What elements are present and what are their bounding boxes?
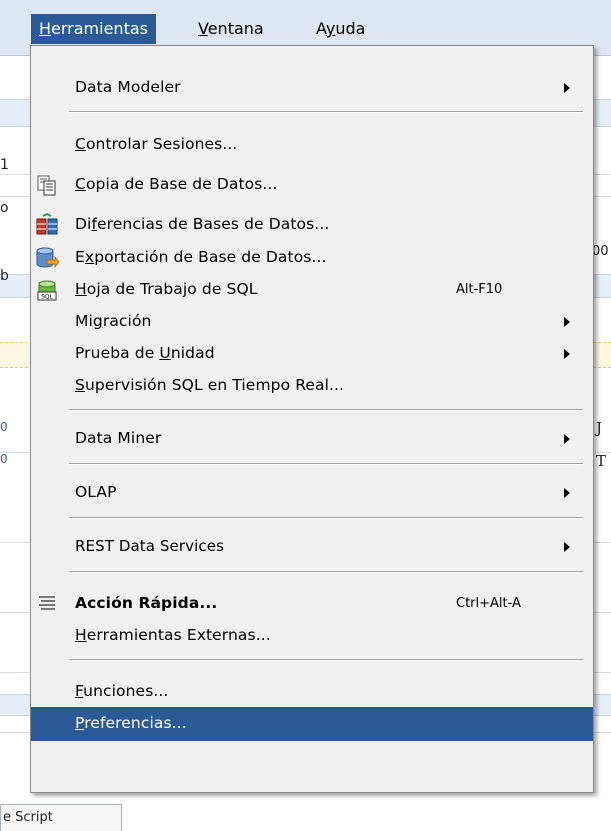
menu-item-accion-rapida[interactable]: Acción Rápida... Ctrl+Alt-A (31, 587, 593, 620)
menu-herramientas[interactable]: Herramientas (31, 14, 156, 44)
menu-item-supervision-sql[interactable]: Supervisión SQL en Tiempo Real... (31, 369, 593, 402)
menu-item-label: Data Miner (75, 429, 162, 447)
menu-item-label: Funciones... (75, 682, 169, 700)
menu-separator (69, 409, 583, 411)
menu-item-rest-data-services[interactable]: REST Data Services (31, 530, 593, 563)
menu-item-prueba-unidad[interactable]: Prueba de Unidad (31, 337, 593, 370)
submenu-arrow-icon (564, 83, 570, 93)
editor-text-fragment: 00 (592, 244, 609, 259)
database-export-icon (35, 246, 60, 270)
editor-text-fragment: b (0, 268, 9, 284)
submenu-arrow-icon (564, 488, 570, 498)
menu-item-label: Acción Rápida... (75, 594, 218, 612)
menu-item-funciones[interactable]: Funciones... (31, 675, 593, 708)
database-diff-icon (35, 212, 59, 237)
script-output-tab[interactable]: e Script (0, 804, 122, 831)
menu-separator (69, 571, 583, 573)
editor-text-fragment: 1 (0, 157, 9, 173)
sql-worksheet-icon: SQL (35, 278, 59, 302)
menu-item-label: Migración (75, 312, 152, 330)
menu-ventana[interactable]: Ventana (190, 14, 272, 44)
menu-item-label: Data Modeler (75, 78, 181, 96)
copy-database-icon (35, 173, 59, 197)
submenu-arrow-icon (564, 434, 570, 444)
menu-item-label: Herramientas Externas... (75, 626, 271, 644)
menu-item-preferencias[interactable]: Preferencias... (31, 707, 593, 741)
submenu-arrow-icon (564, 542, 570, 552)
editor-text-fragment: J (596, 419, 603, 437)
menu-item-label: OLAP (75, 483, 117, 501)
menu-item-migracion[interactable]: Migración (31, 305, 593, 338)
menu-item-herramientas-externas[interactable]: Herramientas Externas... (31, 619, 593, 652)
submenu-arrow-icon (564, 317, 570, 327)
svg-text:SQL: SQL (41, 294, 54, 301)
quick-action-icon (35, 592, 59, 616)
submenu-arrow-icon (564, 349, 570, 359)
editor-text-fragment: 0 (0, 420, 8, 434)
editor-text-fragment: o (0, 200, 9, 216)
menu-separator (69, 463, 583, 465)
herramientas-dropdown-menu: Data Modeler Controlar Sesiones... Copia… (30, 45, 594, 793)
menu-item-label: REST Data Services (75, 537, 224, 555)
menu-item-label: Controlar Sesiones... (75, 135, 238, 153)
menu-separator (69, 517, 583, 519)
menu-separator (69, 111, 583, 113)
menu-item-label: Prueba de Unidad (75, 344, 215, 362)
menu-item-label: Copia de Base de Datos... (75, 175, 278, 193)
menu-item-data-miner[interactable]: Data Miner (31, 422, 593, 455)
menu-item-shortcut: Ctrl+Alt-A (456, 596, 521, 611)
menu-item-data-modeler[interactable]: Data Modeler (31, 71, 593, 104)
menu-item-olap[interactable]: OLAP (31, 476, 593, 509)
menu-item-copia-base-datos[interactable]: Copia de Base de Datos... (31, 168, 593, 201)
menu-item-shortcut: Alt-F10 (456, 282, 503, 297)
menu-item-label: Exportación de Base de Datos... (75, 248, 327, 266)
menu-item-label: Preferencias... (75, 714, 187, 732)
menu-separator (69, 659, 583, 661)
menu-item-controlar-sesiones[interactable]: Controlar Sesiones... (31, 128, 593, 161)
menu-item-hoja-trabajo-sql[interactable]: SQL Hoja de Trabajo de SQL Alt-F10 (31, 273, 593, 306)
menu-item-diferencias-bases-datos[interactable]: Diferencias de Bases de Datos... (31, 208, 593, 241)
menu-item-exportacion-base-datos[interactable]: Exportación de Base de Datos... (31, 241, 593, 274)
editor-text-fragment: T (596, 452, 607, 470)
menu-item-label: Hoja de Trabajo de SQL (75, 280, 258, 298)
menu-item-label: Diferencias de Bases de Datos... (75, 215, 330, 233)
menu-ayuda[interactable]: Ayuda (308, 14, 373, 44)
menu-item-label: Supervisión SQL en Tiempo Real... (75, 376, 345, 394)
editor-text-fragment: 0 (0, 452, 8, 466)
